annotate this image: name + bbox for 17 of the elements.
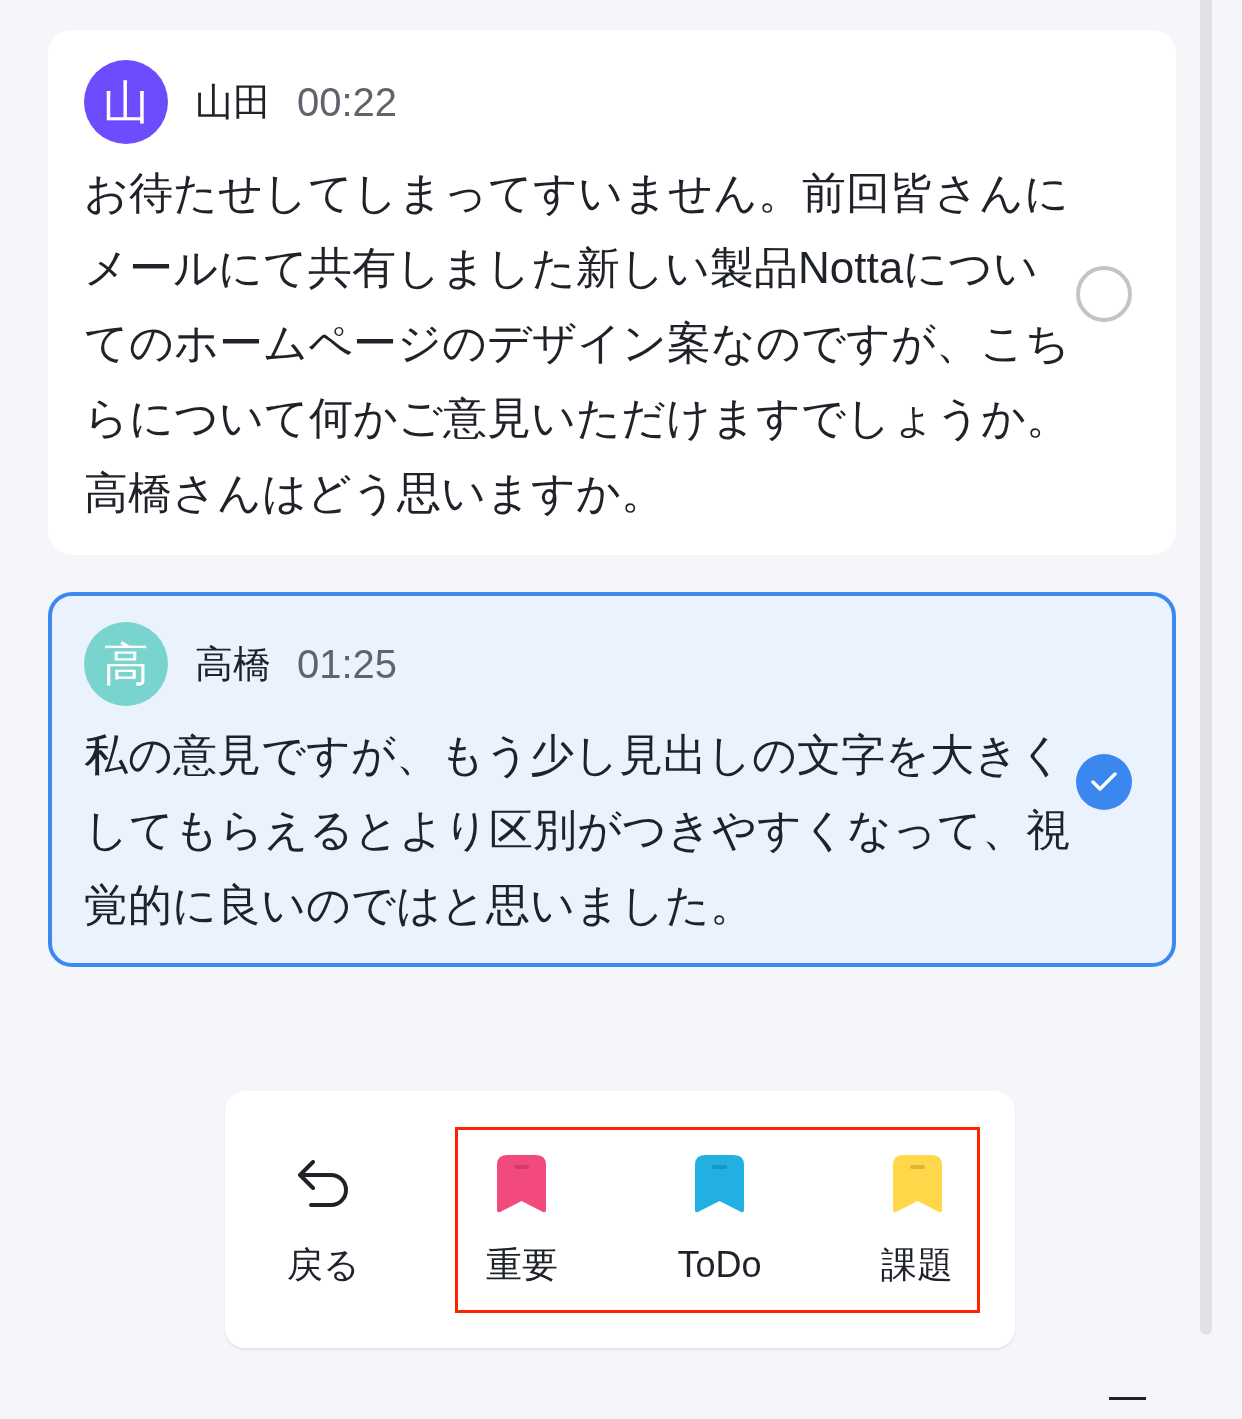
tag-button[interactable]: 重要 [462,1154,582,1310]
back-arrow-icon [297,1159,349,1208]
timestamp: 00:22 [297,79,398,126]
tag-button[interactable]: 課題 [857,1154,977,1310]
message-text: お待たせしてしまってすいません。前回皆さんにメールにて共有しました新しい製品Nottaについてのホームページのデザイン案なのですが、こちらについて何かご意見いただけますでしょうか。高橋さんはどう思いますか。 [84,167,1071,519]
tag-button[interactable]: ToDo [659,1154,780,1310]
back-button[interactable]: 戻る [263,1126,383,1313]
message-text: 私の意見ですが、もう少し見出しの文字を大きくしてもらえるとより区別がつきやすくなって、視覚的に良いのではと思いました。 [84,729,1071,931]
radio-button[interactable] [1076,754,1132,810]
check-icon [1091,772,1117,792]
radio-button[interactable] [1076,265,1132,322]
timestamp: 01:25 [297,641,398,688]
dash-icon [1109,1397,1146,1400]
speaker-name: 高橋 [195,642,271,687]
avatar: 山 [84,60,168,144]
speaker-name: 山田 [195,80,271,125]
avatar: 高 [84,622,168,706]
